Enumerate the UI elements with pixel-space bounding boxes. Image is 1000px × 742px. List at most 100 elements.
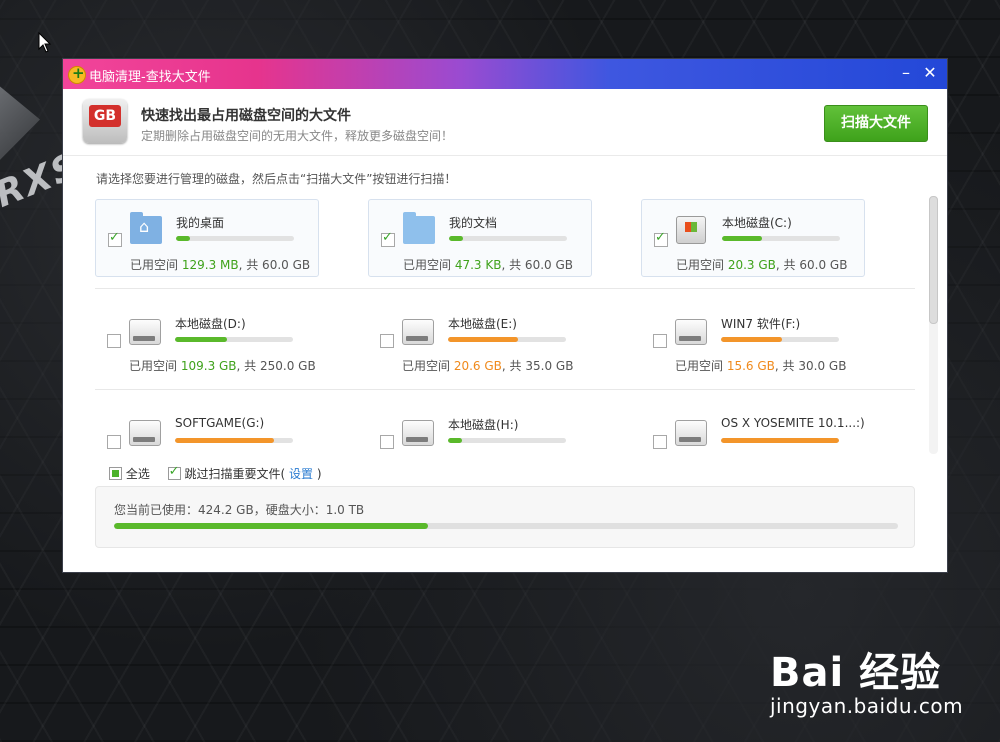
drive-card[interactable]: 本地磁盘(E:) 已用空间 20.6 GB, 共 35.0 GB (368, 301, 592, 377)
drive-usage-bar (176, 236, 294, 241)
drive-usage-fill (175, 337, 227, 342)
documents-folder-icon (403, 212, 435, 244)
drive-card[interactable]: SOFTGAME(G:) (95, 402, 319, 455)
large-file-finder-window: 电脑清理-查找大文件 – ✕ GB 快速找出最占用磁盘空间的大文件 定期删除占用… (63, 59, 947, 572)
used-space-value: 20.3 GB (727, 258, 776, 272)
window-title: 电脑清理-查找大文件 (89, 70, 211, 85)
drive-card[interactable]: 我的文档已用空间 47.3 KB, 共 60.0 GB (368, 199, 592, 277)
used-space-label: 已用空间 (403, 258, 452, 272)
select-all-checkbox[interactable] (109, 467, 122, 480)
drive-list[interactable]: 我的桌面已用空间 129.3 MB, 共 60.0 GB 我的文档已用空间 47.… (95, 199, 915, 455)
drive-card[interactable]: 本地磁盘(C:) 已用空间 20.3 GB, 共 60.0 GB (641, 199, 865, 277)
drive-usage-fill (721, 438, 839, 443)
header-section: GB 快速找出最占用磁盘空间的大文件 定期删除占用磁盘空间的无用大文件，释放更多… (63, 89, 947, 156)
total-space-value: , 共 250.0 GB (236, 359, 316, 373)
scrollbar-thumb[interactable] (929, 196, 938, 324)
drive-usage-text: 已用空间 109.3 GB, 共 250.0 GB (129, 357, 316, 374)
used-space-label: 已用空间 (129, 359, 178, 373)
gb-icon-label: GB (89, 105, 121, 127)
hard-drive-icon (402, 319, 434, 345)
watermark-logo: Bai 经验 (770, 650, 942, 696)
total-space-value: , 共 60.0 GB (775, 258, 848, 272)
drive-name: 本地磁盘(E:) (448, 317, 517, 331)
drive-card[interactable]: WIN7 软件(F:) 已用空间 15.6 GB, 共 30.0 GB (641, 301, 865, 377)
drive-usage-text: 已用空间 20.6 GB, 共 35.0 GB (402, 357, 573, 374)
scan-options: 全选 跳过扫描重要文件( 设置 ) (109, 464, 336, 482)
drive-usage-text: 已用空间 47.3 KB, 共 60.0 GB (403, 256, 573, 273)
drive-usage-bar (175, 337, 293, 342)
skip-important-checkbox[interactable] (167, 464, 181, 480)
total-usage-bar (114, 523, 898, 529)
drive-usage-fill (721, 337, 783, 342)
used-space-label: 已用空间 (130, 258, 179, 272)
drive-name: 本地磁盘(H:) (448, 418, 519, 432)
scan-large-files-button[interactable]: 扫描大文件 (824, 105, 928, 142)
drive-name: 本地磁盘(C:) (722, 216, 792, 230)
drive-name: 我的文档 (449, 216, 498, 230)
hard-drive-icon (675, 420, 707, 446)
hard-drive-icon (129, 319, 161, 345)
drive-card[interactable]: OS X YOSEMITE 10.1...:) (641, 402, 865, 455)
hard-drive-icon (129, 420, 161, 446)
hard-drive-icon (675, 319, 707, 345)
minimize-button[interactable]: – (895, 63, 917, 85)
drive-usage-text: 已用空间 20.3 GB, 共 60.0 GB (676, 256, 847, 273)
drive-usage-text: 已用空间 129.3 MB, 共 60.0 GB (130, 256, 310, 273)
disk-usage-summary: 您当前已使用：424.2 GB，硬盘大小：1.0 TB (95, 486, 915, 548)
watermark-url: jingyan.baidu.com (770, 694, 964, 718)
drive-card[interactable]: 本地磁盘(D:) 已用空间 109.3 GB, 共 250.0 GB (95, 301, 319, 377)
drive-usage-bar (175, 438, 293, 443)
close-button[interactable]: ✕ (919, 63, 941, 85)
drive-checkbox[interactable] (380, 334, 394, 348)
used-space-value: 20.6 GB (453, 359, 502, 373)
drive-usage-fill (449, 236, 464, 241)
drive-usage-bar (448, 337, 566, 342)
header-subtitle: 定期删除占用磁盘空间的无用大文件，释放更多磁盘空间！ (141, 129, 454, 143)
hard-drive-icon (402, 420, 434, 446)
mouse-cursor-icon (38, 32, 52, 53)
total-space-value: , 共 30.0 GB (774, 359, 847, 373)
drive-name: OS X YOSEMITE 10.1...:) (721, 416, 865, 430)
drive-usage-text: 已用空间 15.6 GB, 共 30.0 GB (675, 357, 846, 374)
drive-checkbox[interactable] (653, 435, 667, 449)
total-space-value: , 共 35.0 GB (501, 359, 574, 373)
drive-checkbox[interactable] (381, 230, 395, 247)
drive-card[interactable]: 我的桌面已用空间 129.3 MB, 共 60.0 GB (95, 199, 319, 277)
drive-checkbox[interactable] (108, 230, 122, 247)
drive-usage-fill (176, 236, 191, 241)
system-drive-icon (676, 216, 706, 244)
baidu-jingyan-watermark: Bai 经验 jingyan.baidu.com (770, 640, 963, 718)
drive-checkbox[interactable] (654, 230, 668, 247)
title-bar[interactable]: 电脑清理-查找大文件 – ✕ (63, 59, 947, 89)
drive-checkbox[interactable] (107, 435, 121, 449)
settings-link[interactable]: 设置 (289, 467, 313, 481)
total-space-value: , 共 60.0 GB (238, 258, 311, 272)
drive-name: 我的桌面 (176, 216, 225, 230)
drive-usage-bar (448, 438, 566, 443)
drive-usage-bar (449, 236, 567, 241)
used-space-label: 已用空间 (675, 359, 724, 373)
drive-usage-bar (722, 236, 840, 241)
drive-usage-bar (721, 337, 839, 342)
drive-checkbox[interactable] (107, 334, 121, 348)
drive-name: 本地磁盘(D:) (175, 317, 246, 331)
total-space-value: , 共 60.0 GB (501, 258, 573, 272)
drive-checkbox[interactable] (380, 435, 394, 449)
drive-name: WIN7 软件(F:) (721, 317, 801, 331)
skip-important-option[interactable]: 跳过扫描重要文件( 设置 ) (167, 464, 322, 482)
drive-usage-fill (722, 236, 763, 241)
used-space-label: 已用空间 (676, 258, 725, 272)
header-title: 快速找出最占用磁盘空间的大文件 (141, 108, 351, 124)
select-all-label: 全选 (125, 467, 150, 481)
drive-card[interactable]: 本地磁盘(H:) (368, 402, 592, 455)
drive-checkbox[interactable] (653, 334, 667, 348)
summary-text: 您当前已使用：424.2 GB，硬盘大小：1.0 TB (114, 503, 365, 517)
total-usage-fill (114, 523, 428, 529)
used-space-label: 已用空间 (402, 359, 451, 373)
row-divider (95, 288, 915, 289)
drive-usage-fill (448, 337, 518, 342)
skip-important-label: 跳过扫描重要文件( (184, 467, 286, 481)
drive-name: SOFTGAME(G:) (175, 416, 265, 430)
select-all-option[interactable]: 全选 (109, 465, 150, 482)
drive-list-scrollbar[interactable] (929, 196, 938, 454)
